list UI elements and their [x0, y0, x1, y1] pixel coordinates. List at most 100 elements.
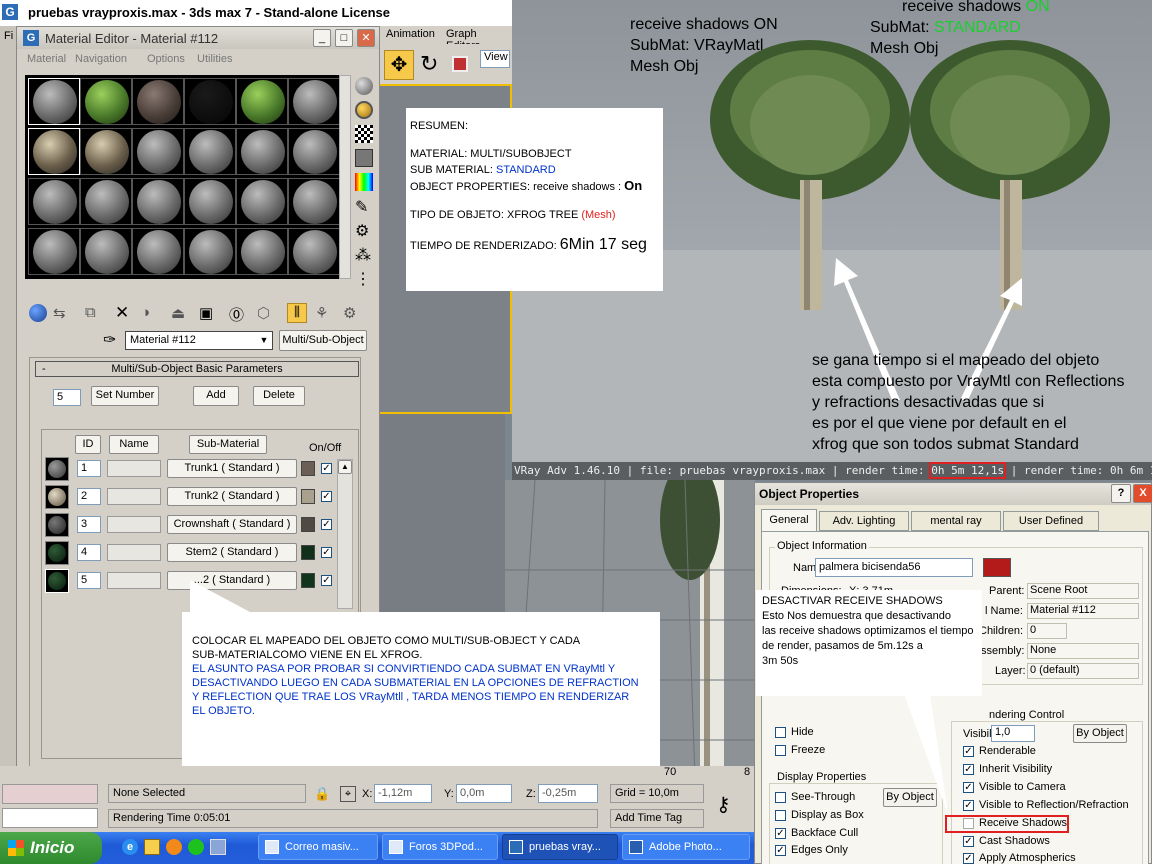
material-effects-icon[interactable]: ▣	[199, 304, 213, 322]
tab-user-defined[interactable]: User Defined	[1003, 511, 1099, 531]
move-tool-icon[interactable]: ✥	[384, 50, 414, 80]
menu-options[interactable]: Options	[147, 53, 185, 65]
submat-color-swatch[interactable]	[301, 573, 315, 588]
sample-slot[interactable]	[288, 78, 340, 125]
task-button[interactable]: Adobe Photo...	[622, 834, 750, 860]
tab-general[interactable]: General	[761, 509, 817, 531]
material-name-dropdown[interactable]: Material #112 ▼	[125, 331, 273, 350]
submat-button[interactable]: Stem2 ( Standard )	[167, 543, 297, 562]
menu-utilities[interactable]: Utilities	[197, 53, 232, 65]
absolute-mode-icon[interactable]: ⌖	[340, 786, 356, 802]
count-field[interactable]: 5	[53, 389, 81, 406]
ie-icon[interactable]: e	[122, 839, 138, 855]
show-end-result-icon[interactable]: ⬡	[257, 304, 270, 322]
show-map-icon[interactable]: ⓪	[229, 304, 244, 325]
tab-mental-ray[interactable]: mental ray	[911, 511, 1001, 531]
sample-slot[interactable]	[28, 128, 80, 175]
outlook-icon[interactable]	[144, 839, 160, 855]
key-icon[interactable]: ⚷	[716, 792, 731, 817]
submat-color-swatch[interactable]	[301, 461, 315, 476]
task-button[interactable]: Foros 3DPod...	[382, 834, 498, 860]
lock-icon[interactable]: 🔒	[314, 786, 330, 802]
sample-slot[interactable]	[184, 228, 236, 275]
menu-animation[interactable]: Animation	[386, 28, 435, 40]
sample-slot[interactable]	[184, 78, 236, 125]
sample-slot[interactable]	[184, 128, 236, 175]
submat-on-checkbox[interactable]: ✓	[321, 491, 332, 502]
sample-slot[interactable]	[28, 78, 80, 125]
sample-slot[interactable]	[236, 78, 288, 125]
see-through-checkbox[interactable]	[775, 792, 786, 803]
add-time-tag-button[interactable]: Add Time Tag	[610, 809, 704, 828]
submat-color-swatch[interactable]	[301, 489, 315, 504]
start-button[interactable]: Inicio	[0, 832, 102, 864]
renderable-checkbox[interactable]: ✓	[963, 746, 974, 757]
close-icon[interactable]: X	[1133, 484, 1152, 503]
minimize-icon[interactable]: _	[313, 29, 331, 47]
submat-name-field[interactable]	[107, 460, 161, 477]
submat-on-checkbox[interactable]: ✓	[321, 519, 332, 530]
go-sibling-icon[interactable]: ⚘	[315, 304, 328, 322]
sample-slot[interactable]	[80, 78, 132, 125]
sample-slot[interactable]	[80, 128, 132, 175]
submat-button[interactable]: Crownshaft ( Standard )	[167, 515, 297, 534]
sample-slot[interactable]	[184, 178, 236, 225]
chevron-down-icon[interactable]: ▼	[257, 333, 271, 348]
sample-slot[interactable]	[132, 178, 184, 225]
submat-button[interactable]: Trunk1 ( Standard )	[167, 459, 297, 478]
scale-tool-icon[interactable]	[452, 56, 468, 72]
backlight-icon[interactable]	[355, 101, 373, 119]
get-material-icon[interactable]	[29, 304, 47, 322]
sample-slot[interactable]	[236, 128, 288, 175]
submat-button[interactable]: Trunk2 ( Standard )	[167, 487, 297, 506]
sample-slot[interactable]	[80, 228, 132, 275]
maximize-icon[interactable]: □	[335, 29, 353, 47]
submat-on-checkbox[interactable]: ✓	[321, 547, 332, 558]
sample-slot[interactable]	[132, 78, 184, 125]
visibility-by-object-button[interactable]: By Object	[1073, 724, 1127, 743]
freeze-checkbox[interactable]	[775, 745, 786, 756]
submat-name-field[interactable]	[107, 488, 161, 505]
name-field[interactable]: palmera bicisenda56	[815, 558, 973, 577]
rotate-tool-icon[interactable]: ↻	[420, 50, 444, 78]
put-to-scene-icon[interactable]: ⇆	[53, 304, 66, 322]
layer-dropdown[interactable]: 0 (default)	[1027, 663, 1139, 679]
task-button-active[interactable]: pruebas vray...	[502, 834, 618, 860]
set-number-button[interactable]: Set Number	[91, 386, 159, 406]
select-by-material-icon[interactable]: ⁂	[355, 245, 371, 265]
submat-color-swatch[interactable]	[301, 517, 315, 532]
receive-shadows-checkbox[interactable]	[963, 818, 974, 829]
help-icon[interactable]: ?	[1111, 484, 1131, 503]
view-dropdown[interactable]: View	[480, 50, 510, 68]
submat-name-field[interactable]	[107, 572, 161, 589]
y-field[interactable]: 0,0m	[456, 784, 512, 803]
menu-material[interactable]: Material	[27, 53, 66, 65]
col-header-id[interactable]: ID	[75, 435, 101, 454]
submat-color-swatch[interactable]	[301, 545, 315, 560]
submat-sphere[interactable]	[45, 457, 69, 481]
sample-slot[interactable]	[132, 228, 184, 275]
menu-file-partial[interactable]: Fi	[4, 30, 13, 42]
pick-icon[interactable]: ⚙	[343, 304, 356, 322]
material-navigator-icon[interactable]: ⋮	[355, 269, 371, 289]
show-desktop-icon[interactable]	[210, 839, 226, 855]
sample-slot[interactable]	[236, 178, 288, 225]
make-unique-icon[interactable]: ◑	[141, 304, 150, 321]
tab-adv-lighting[interactable]: Adv. Lighting	[819, 511, 909, 531]
col-header-name[interactable]: Name	[109, 435, 159, 454]
submat-sphere[interactable]	[45, 513, 69, 537]
put-to-library-icon[interactable]: ⏏	[171, 304, 185, 322]
assign-to-selection-icon[interactable]: ⧉	[85, 304, 96, 321]
apply-atmos-checkbox[interactable]: ✓	[963, 853, 974, 864]
messenger-icon[interactable]	[188, 839, 204, 855]
sample-slot[interactable]	[132, 128, 184, 175]
col-header-submat[interactable]: Sub-Material	[189, 435, 267, 454]
backface-checkbox[interactable]: ✓	[775, 828, 786, 839]
edges-only-checkbox[interactable]: ✓	[775, 845, 786, 856]
sample-slot[interactable]	[288, 128, 340, 175]
submat-sphere[interactable]	[45, 541, 69, 565]
sample-type-icon[interactable]	[355, 77, 373, 95]
scroll-up-icon[interactable]: ▲	[338, 460, 352, 474]
close-icon[interactable]: ✕	[357, 29, 375, 47]
options-icon[interactable]: ⚙	[355, 221, 369, 241]
